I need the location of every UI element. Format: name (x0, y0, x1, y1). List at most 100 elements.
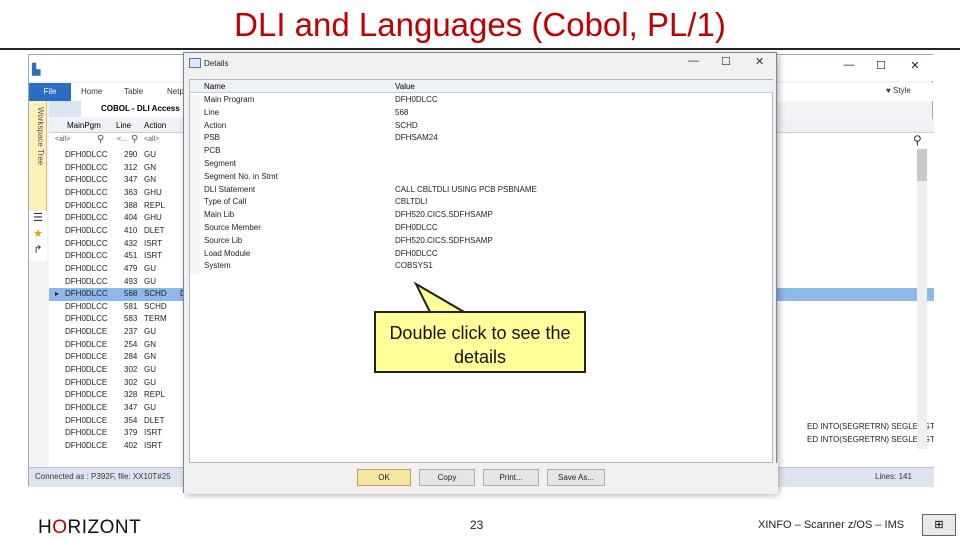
detail-row[interactable]: Source Lib DFH520.CICS.SDFHSAMP (190, 235, 774, 249)
style-menu[interactable]: ♥ Style (886, 86, 911, 95)
print-button[interactable]: Print... (483, 469, 539, 486)
redirect-icon[interactable]: ↱ (29, 243, 47, 259)
heart-icon: ♥ (886, 86, 893, 95)
cell-line: 432 (124, 238, 138, 248)
details-dialog[interactable]: Details — ☐ ✕ Name Value Main Program DFH… (183, 52, 778, 494)
cell-mainpgm: DFH0DLCE (65, 440, 108, 450)
close-icon[interactable]: ✕ (905, 59, 925, 72)
cell-line: 379 (124, 428, 138, 438)
detail-row[interactable]: Action SCHD (190, 120, 774, 134)
cell-line: 312 (124, 162, 138, 172)
status-connection: Connected as : P392F, file: XX10T#25 (35, 472, 171, 481)
cell-mainpgm: DFH0DLCC (65, 162, 108, 172)
cell-line: 410 (124, 225, 138, 235)
save-as-button[interactable]: Save As... (547, 469, 605, 486)
copy-button[interactable]: Copy (419, 469, 475, 486)
detail-row[interactable]: Main Lib DFH520.CICS.SDFHSAMP (190, 209, 774, 223)
ribbon-tab-file[interactable]: File (29, 83, 71, 101)
search-icon[interactable]: ⚲ (913, 133, 922, 147)
cell-line: 237 (124, 327, 138, 337)
detail-row[interactable]: Load Module DFH0DLCC (190, 248, 774, 262)
star-icon[interactable]: ★ (29, 227, 47, 243)
detail-name: PSB (204, 133, 221, 143)
cell-action: DLET (144, 225, 165, 235)
close-icon[interactable]: ✕ (755, 55, 764, 68)
ribbon-tab-table[interactable]: Table (124, 83, 143, 101)
search-icon[interactable]: ⚲ (97, 134, 104, 145)
cell-mainpgm: DFH0DLCE (65, 339, 108, 349)
logo-part: H (38, 517, 53, 538)
col-name[interactable]: Name (204, 82, 225, 91)
details-table[interactable]: Name Value Main Program DFH0DLCC Line 568 Ac… (189, 79, 774, 463)
cell-mainpgm: DFH0DLCC (65, 251, 108, 261)
cell-line: 404 (124, 213, 138, 223)
detail-value: DFH0DLCC (395, 248, 438, 258)
cell-mainpgm: DFH0DLCE (65, 365, 108, 375)
filter-line[interactable]: <... (117, 136, 127, 143)
cell-line: 451 (124, 251, 138, 261)
app-logo-icon: ▙ (32, 64, 41, 76)
cell-action: ISRT (144, 440, 163, 450)
cell-line: 583 (124, 314, 138, 324)
ribbon-tab-home[interactable]: Home (81, 83, 102, 101)
detail-row[interactable]: System COBSYS1 (190, 260, 774, 275)
scroll-thumb[interactable] (917, 149, 927, 181)
cell-action: DLET (144, 415, 165, 425)
detail-name: Type of Call (204, 197, 247, 207)
detail-row[interactable]: PSB DFHSAM24 (190, 132, 774, 147)
cell-mainpgm: DFH0DLCE (65, 327, 108, 337)
cell-action: GN (144, 352, 156, 362)
list-icon[interactable]: ☰ (29, 211, 47, 227)
cell-action: REPL (144, 390, 165, 400)
filter-action[interactable]: <all> (144, 136, 159, 143)
maximize-icon[interactable]: ☐ (721, 55, 731, 68)
details-header: Name Value (190, 80, 774, 93)
cell-mainpgm: DFH0DLCE (65, 415, 108, 425)
logo-part: O (52, 517, 68, 538)
detail-name: DLI Statement (204, 184, 256, 194)
ok-button[interactable]: OK (357, 469, 411, 486)
slide-nav-button[interactable]: ⊞ (922, 514, 956, 536)
col-action[interactable]: Action (144, 121, 166, 130)
filter-mainpgm[interactable]: <all> (55, 136, 70, 143)
search-icon[interactable]: ⚲ (131, 134, 138, 145)
cell-action: GHU (144, 213, 162, 223)
cell-mainpgm: DFH0DLCC (65, 314, 108, 324)
detail-value: CALL CBLTDLI USING PCB PSBNAME (395, 184, 537, 194)
maximize-icon[interactable]: ☐ (871, 59, 891, 72)
col-mainpgm[interactable]: MainPgm (67, 121, 101, 130)
cell-mainpgm: DFH0DLCC (65, 289, 108, 299)
minimize-icon[interactable]: — (839, 59, 859, 71)
row-marker-icon: ▸ (55, 289, 60, 299)
cell-mainpgm: DFH0DLCC (65, 150, 108, 159)
cell-action: SCHD (144, 301, 167, 311)
col-value[interactable]: Value (395, 82, 415, 91)
detail-row[interactable]: Source Member DFH0DLCC (190, 222, 774, 236)
cell-action: GN (144, 175, 156, 185)
detail-row[interactable]: Segment (190, 158, 774, 172)
col-line[interactable]: Line (116, 121, 131, 130)
vertical-scrollbar[interactable] (917, 149, 927, 449)
logo-part: RIZONT (67, 517, 142, 538)
cell-action: GN (144, 339, 156, 349)
ribbon-tab-network[interactable]: Netp (167, 83, 184, 101)
detail-row[interactable]: PCB (190, 145, 774, 159)
minimize-icon[interactable]: — (688, 55, 699, 67)
cell-line: 290 (124, 150, 138, 159)
cell-action: GU (144, 403, 156, 412)
dialog-window-icon (189, 58, 201, 68)
detail-name: Main Lib (204, 210, 235, 220)
detail-row[interactable]: Segment No. in Stmt (190, 171, 774, 185)
detail-row[interactable]: Main Program DFH0DLCC (190, 94, 774, 108)
horizont-logo: HORIZONT (38, 517, 141, 539)
detail-row[interactable]: Type of Call CBLTDLI (190, 196, 774, 211)
tab-cobol-dli-access[interactable]: COBOL - DLI Access (81, 101, 184, 117)
detail-row[interactable]: DLI Statement CALL CBLTDLI USING PCB PSBN… (190, 184, 774, 198)
dialog-footer: OK Copy Print... Save As... (184, 463, 778, 494)
detail-value: DFH520.CICS.SDFHSAMP (395, 210, 493, 220)
cell-line: 284 (124, 352, 138, 362)
callout-tail (413, 281, 468, 313)
cell-action: GHU (144, 187, 162, 197)
detail-row[interactable]: Line 568 (190, 107, 774, 121)
cell-action: GN (144, 162, 156, 172)
